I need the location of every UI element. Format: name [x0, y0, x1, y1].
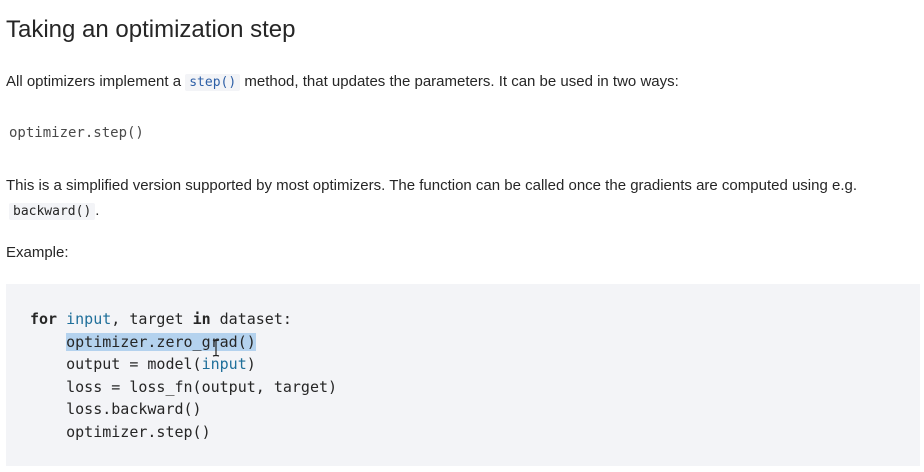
code-line: loss = loss_fn(output, target): [30, 377, 338, 396]
code-text: output = model(: [30, 355, 202, 373]
step-method-link[interactable]: step(): [185, 74, 241, 91]
code-line: optimizer.step(): [30, 422, 211, 441]
period: .: [95, 202, 100, 219]
backward-code: backward(): [9, 203, 96, 220]
builtin-input: input: [66, 310, 112, 328]
example-code-block[interactable]: for input, target in dataset: optimizer.…: [6, 284, 920, 466]
intro-paragraph: All optimizers implement a step() method…: [6, 70, 679, 95]
keyword-in: in: [192, 310, 211, 328]
section-heading: Taking an optimization step: [6, 16, 296, 43]
code-text: , target: [111, 310, 193, 328]
code-text: dataset:: [210, 310, 292, 328]
code-line: loss.backward(): [30, 400, 202, 418]
code-text: ): [246, 355, 256, 373]
keyword-for: for: [30, 310, 58, 328]
optimizer-step-code: optimizer.step(): [9, 125, 144, 141]
selected-code-text: optimizer.zero_grad(): [66, 332, 256, 351]
example-label: Example:: [6, 244, 69, 261]
simplified-paragraph: This is a simplified version supported b…: [6, 177, 858, 194]
text-cursor-icon: [212, 339, 220, 357]
simplified-paragraph-continued: backward().: [9, 200, 99, 223]
intro-text-after: method, that updates the parameters. It …: [240, 73, 679, 90]
builtin-input: input: [201, 355, 247, 373]
intro-text-before: All optimizers implement a: [6, 73, 186, 90]
example-code[interactable]: for input, target in dataset: optimizer.…: [30, 308, 337, 443]
